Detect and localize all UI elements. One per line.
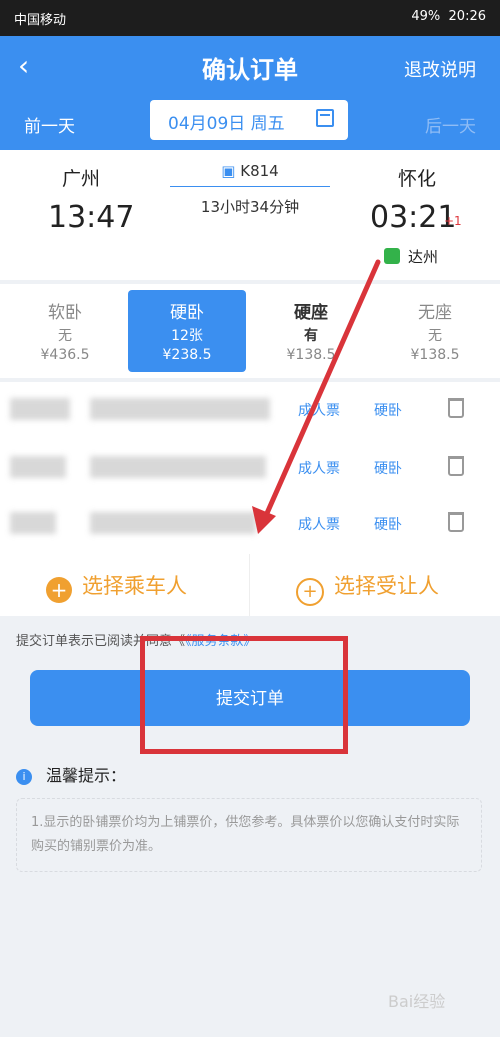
arrow-head <box>252 506 276 534</box>
tips-heading: i 温馨提示： <box>16 762 126 786</box>
arrow-shaft <box>261 259 381 523</box>
tips-title: 温馨提示： <box>46 766 127 785</box>
watermark: Bai经验 <box>388 992 446 1011</box>
info-icon: i <box>16 769 32 785</box>
annotation-arrow <box>252 259 381 534</box>
tips-box: 1.显示的卧铺票价均为上铺票价，供您参考。具体票价以您确认支付时实际购买的铺别票… <box>16 798 482 872</box>
